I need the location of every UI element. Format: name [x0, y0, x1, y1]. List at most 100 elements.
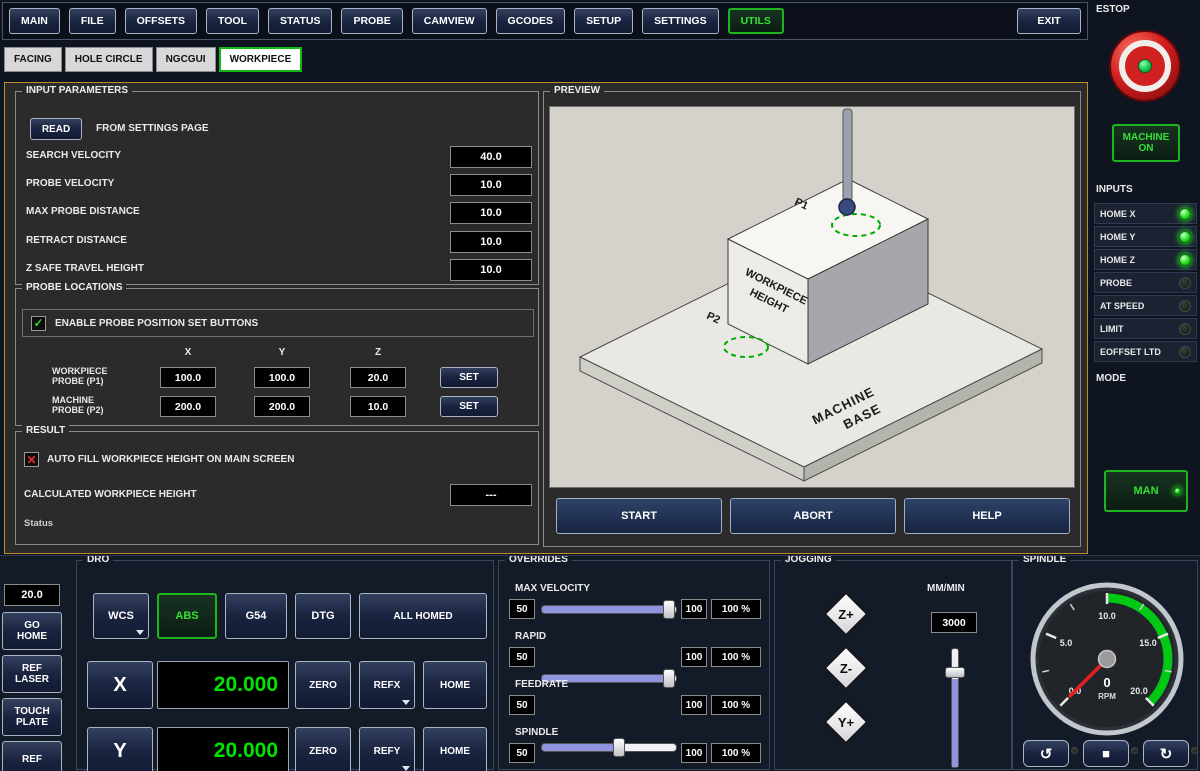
menu-item-main[interactable]: MAIN — [9, 8, 60, 34]
input-parameters-title: INPUT PARAMETERS — [22, 85, 132, 96]
feedrate-label: FEEDRATE — [515, 679, 568, 690]
jog-z-plus-button[interactable]: Z+ — [822, 590, 870, 638]
touch-plate-button[interactable]: TOUCH PLATE — [2, 698, 62, 736]
jog-z-minus-button[interactable]: Z- — [822, 644, 870, 692]
read-caption: FROM SETTINGS PAGE — [96, 123, 209, 134]
z-safe-travel-field[interactable]: 10.0 — [450, 259, 532, 281]
spindle-ccw-led — [1071, 747, 1078, 754]
y-zero-button[interactable]: ZERO — [295, 727, 351, 771]
g54-button[interactable]: G54 — [225, 593, 287, 639]
refy-label: REFY — [374, 746, 401, 757]
rapid-percent: 100 % — [711, 647, 761, 667]
gauge-hub — [1099, 651, 1116, 668]
autofill-label: AUTO FILL WORKPIECE HEIGHT ON MAIN SCREE… — [47, 454, 294, 465]
x-home-button[interactable]: HOME — [423, 661, 487, 709]
abs-button[interactable]: ABS — [157, 593, 217, 639]
axis-x-button[interactable]: X — [87, 661, 153, 709]
result-group: RESULT ✕ AUTO FILL WORKPIECE HEIGHT ON M… — [15, 431, 539, 545]
wcs-button[interactable]: WCS — [93, 593, 149, 639]
all-homed-button[interactable]: ALL HOMED — [359, 593, 487, 639]
menu-item-settings[interactable]: SETTINGS — [642, 8, 719, 34]
machine-probe-row-label: MACHINE PROBE (P2) — [52, 395, 156, 416]
p1-y-field[interactable]: 100.0 — [254, 367, 310, 388]
max-probe-distance-field[interactable]: 10.0 — [450, 202, 532, 224]
menu-item-gcodes[interactable]: GCODES — [496, 8, 566, 34]
slider-thumb[interactable] — [613, 738, 625, 757]
tab-workpiece-active[interactable]: WORKPIECE — [219, 47, 303, 72]
go-home-button[interactable]: GO HOME — [2, 612, 62, 650]
exit-button[interactable]: EXIT — [1017, 8, 1081, 34]
menu-item-utils-active[interactable]: UTILS — [728, 8, 784, 34]
machine-on-button[interactable]: MACHINE ON — [1112, 124, 1180, 162]
x-zero-button[interactable]: ZERO — [295, 661, 351, 709]
p2-x-field[interactable]: 200.0 — [160, 396, 216, 417]
y-ref-button[interactable]: REFY — [359, 727, 415, 771]
mode-man-button[interactable]: MAN — [1104, 470, 1188, 512]
ref-laser-button[interactable]: REF LASER — [2, 655, 62, 693]
feedrate-slider[interactable] — [541, 737, 677, 758]
jog-rate-slider[interactable] — [945, 648, 965, 768]
limit-led — [1179, 323, 1191, 335]
p1-z-field[interactable]: 20.0 — [350, 367, 406, 388]
probe-locations-title: PROBE LOCATIONS — [22, 282, 126, 293]
retract-distance-field[interactable]: 10.0 — [450, 231, 532, 253]
jogging-title: JOGGING — [781, 555, 836, 565]
y-home-button[interactable]: HOME — [423, 727, 487, 771]
feedrate-percent: 100 % — [711, 695, 761, 715]
input-label: PROBE — [1100, 278, 1132, 288]
autofill-checkbox[interactable]: ✕ — [24, 452, 39, 467]
search-velocity-field[interactable]: 40.0 — [450, 146, 532, 168]
spindle-stop-button[interactable]: ■ — [1083, 740, 1129, 767]
utils-tab-bar: FACING HOLE CIRCLE NGCGUI WORKPIECE — [4, 47, 302, 72]
workpiece-probe-row-label: WORKPIECE PROBE (P1) — [52, 366, 156, 387]
axis-y-button[interactable]: Y — [87, 727, 153, 771]
abort-button[interactable]: ABORT — [730, 498, 896, 534]
column-header-y: Y — [254, 347, 310, 358]
p2-z-field[interactable]: 10.0 — [350, 396, 406, 417]
spindle-stop-led — [1131, 747, 1138, 754]
tab-hole-circle[interactable]: HOLE CIRCLE — [65, 47, 153, 72]
start-button[interactable]: START — [556, 498, 722, 534]
preview-group: PREVIEW WORKPIECE HEIGHT MACHINE BASE — [543, 91, 1081, 547]
probe-rod-icon — [843, 109, 852, 201]
spindle-ovr-label: SPINDLE — [515, 727, 558, 738]
dtg-button[interactable]: DTG — [295, 593, 351, 639]
tab-facing[interactable]: FACING — [4, 47, 62, 72]
menu-item-status[interactable]: STATUS — [268, 8, 332, 34]
status-label: Status — [24, 518, 53, 529]
p2-set-button[interactable]: SET — [440, 396, 498, 417]
ref-button[interactable]: REF — [2, 741, 62, 771]
menu-item-setup[interactable]: SETUP — [574, 8, 633, 34]
p1-x-field[interactable]: 100.0 — [160, 367, 216, 388]
spindle-cw-button[interactable]: ↻ — [1143, 740, 1189, 767]
help-button[interactable]: HELP — [904, 498, 1070, 534]
menu-item-file[interactable]: FILE — [69, 8, 116, 34]
menu-item-camview[interactable]: CAMVIEW — [412, 8, 487, 34]
spindle-cw-led — [1191, 747, 1198, 754]
spindle-ccw-button[interactable]: ↺ — [1023, 740, 1069, 767]
dro-section: DRO WCS ABS G54 DTG ALL HOMED X 20.000 Z… — [76, 560, 494, 770]
x-ref-button[interactable]: REFX — [359, 661, 415, 709]
tab-ngcgui[interactable]: NGCGUI — [156, 47, 216, 72]
estop-button[interactable] — [1109, 30, 1181, 102]
menu-item-probe[interactable]: PROBE — [341, 8, 402, 34]
menu-item-tool[interactable]: TOOL — [206, 8, 259, 34]
home-z-led — [1179, 254, 1191, 266]
calculated-height-value: --- — [450, 484, 532, 506]
enable-probe-checkbox[interactable]: ✓ — [31, 316, 46, 331]
slider-thumb[interactable] — [663, 600, 675, 619]
gauge-rpm-unit: RPM — [1098, 692, 1116, 701]
p1-set-button[interactable]: SET — [440, 367, 498, 388]
slider-fill — [542, 744, 618, 751]
jog-y-plus-button[interactable]: Y+ — [822, 698, 870, 746]
max-velocity-slider[interactable] — [541, 599, 677, 620]
at-speed-led — [1179, 300, 1191, 312]
slider-thumb[interactable] — [945, 667, 965, 678]
probe-velocity-field[interactable]: 10.0 — [450, 174, 532, 196]
jog-z-plus-label: Z+ — [822, 590, 870, 638]
menu-item-offsets[interactable]: OFFSETS — [125, 8, 197, 34]
slider-thumb[interactable] — [663, 669, 675, 688]
read-button[interactable]: READ — [30, 118, 82, 140]
p2-y-field[interactable]: 200.0 — [254, 396, 310, 417]
gauge-tick-20: 20.0 — [1130, 686, 1148, 696]
